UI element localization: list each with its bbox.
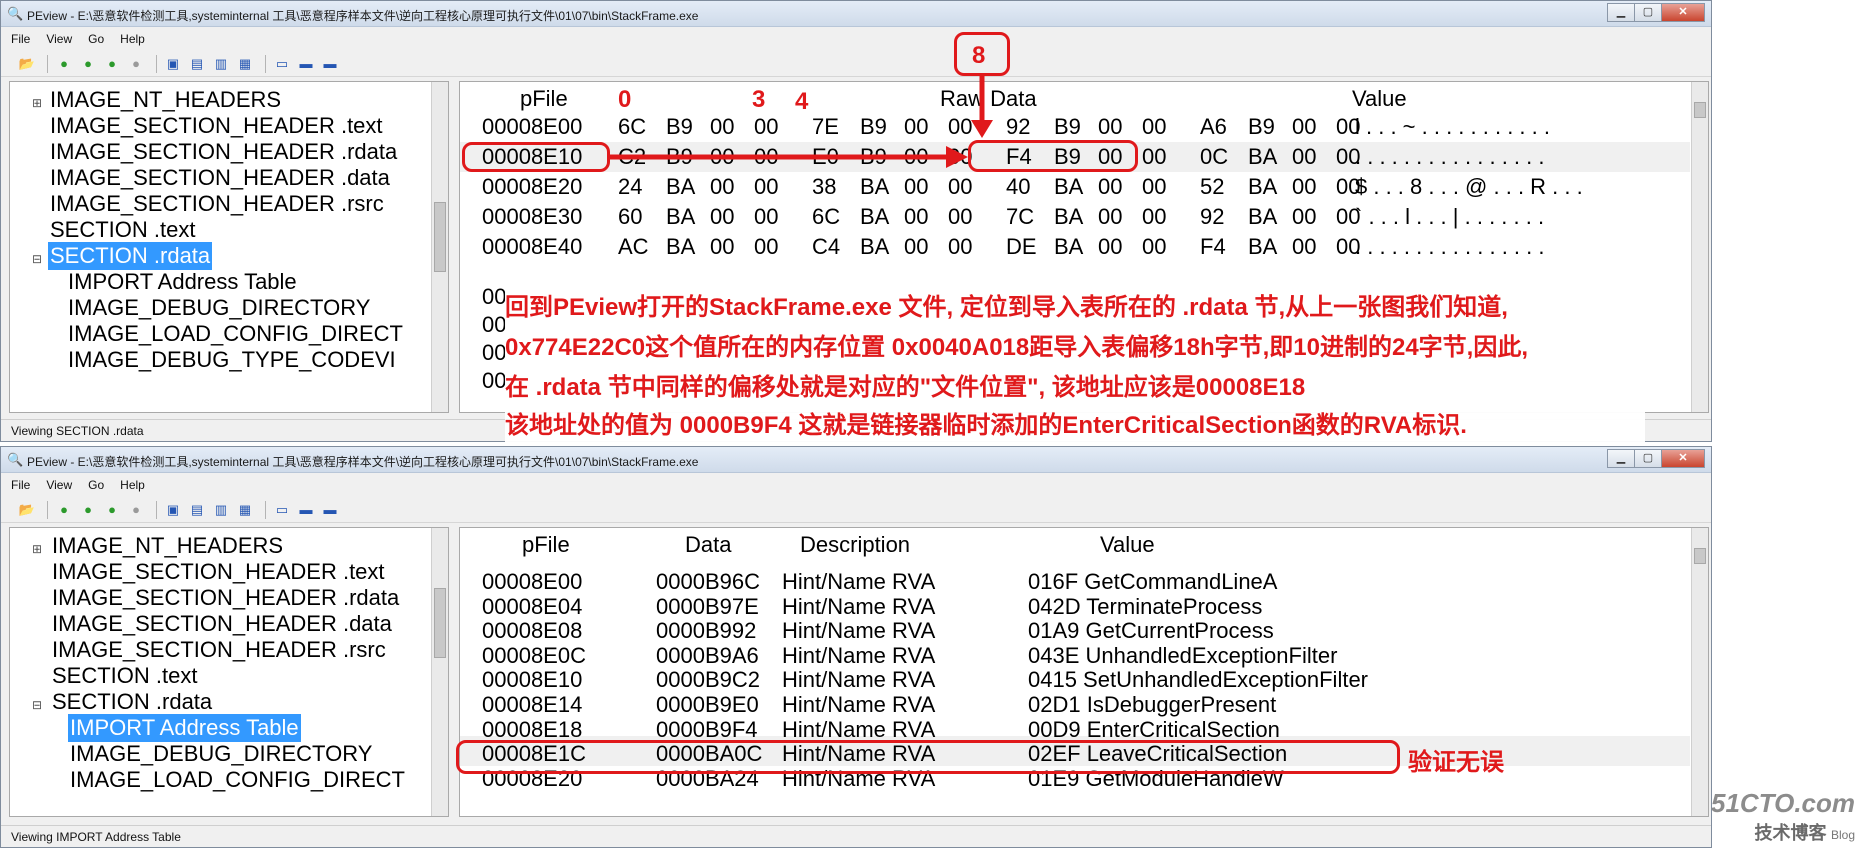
watermark-blog: Blog xyxy=(1830,828,1855,842)
annotation-verified: 验证无误 xyxy=(1408,749,1504,776)
annotation-text-line: 0x774E22C0这个值所在的内存位置 0x0040A018距导入表偏移18h… xyxy=(505,334,1528,361)
watermark-logo: 51CTO.com xyxy=(1710,788,1855,818)
annotation-box-entercriticalsection xyxy=(456,740,1400,774)
arrow-head xyxy=(971,120,993,138)
annotation-text-line: 在 .rdata 节中同样的偏移处就是对应的"文件位置", 该地址应该是0000… xyxy=(505,374,1306,401)
watermark: 51CTO.com 技术博客 Blog xyxy=(1711,788,1855,845)
annotation-text-line: 回到PEview打开的StackFrame.exe 文件, 定位到导入表所在的 … xyxy=(505,294,1508,321)
watermark-sub: 技术博客 xyxy=(1754,823,1827,843)
annotation-text-block: 回到PEview打开的StackFrame.exe 文件, 定位到导入表所在的 … xyxy=(505,290,1645,445)
annotation-text-line: 该地址处的值为 0000B9F4 这就是链接器临时添加的EnterCritica… xyxy=(505,412,1467,439)
arrow-head xyxy=(946,146,968,168)
